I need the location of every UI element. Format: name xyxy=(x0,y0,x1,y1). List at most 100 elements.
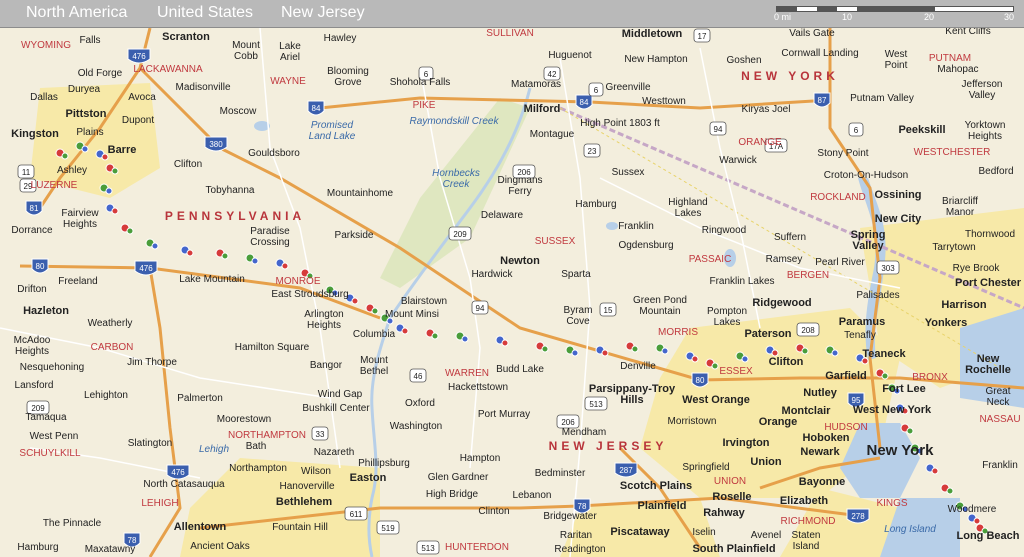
place-label: Springfield xyxy=(682,462,729,473)
place-label: Lansford xyxy=(15,380,54,391)
place-label: Nutley xyxy=(803,387,838,399)
place-label: Lebanon xyxy=(513,490,552,501)
county-label: SUSSEX xyxy=(535,236,576,247)
scale-bar: 0 mi 10 20 30 xyxy=(772,3,1016,25)
breadcrumb-united-states[interactable]: United States xyxy=(157,4,253,22)
county-label: CARBON xyxy=(91,342,134,353)
state-label: PENNSYLVANIA xyxy=(165,209,305,223)
water-label: Lehigh xyxy=(199,444,229,455)
place-label: Gouldsboro xyxy=(248,148,300,159)
place-label: Stony Point xyxy=(817,148,868,159)
county-label: NASSAU xyxy=(979,414,1020,425)
place-label: Staten Island xyxy=(792,530,821,552)
highway-shield: 87 xyxy=(813,92,831,108)
place-label: Dallas xyxy=(30,92,58,103)
svg-text:81: 81 xyxy=(30,204,39,213)
place-label: Ancient Oaks xyxy=(190,541,249,552)
state-label: NEW YORK xyxy=(741,69,839,83)
place-label: Franklin xyxy=(982,460,1018,471)
highway-shield: 6 xyxy=(848,122,864,137)
place-label: West Orange xyxy=(682,394,750,406)
place-label: Green Pond Mountain xyxy=(633,295,687,317)
svg-text:33: 33 xyxy=(316,430,325,439)
place-label: Kingston xyxy=(11,128,59,140)
place-label: Pittston xyxy=(66,108,107,120)
scale-tick-20: 20 xyxy=(924,12,935,22)
place-label: Union xyxy=(750,456,781,468)
place-label: Nesquehoning xyxy=(20,362,85,373)
map-canvas[interactable]: 476 84 84 87 380 81 80 476 80 95 287 476 78 278 78 17 42… xyxy=(0,28,1024,557)
place-label: Readington xyxy=(554,544,605,555)
highway-shield: 84 xyxy=(575,94,593,110)
place-label: Lehighton xyxy=(84,390,128,401)
county-label: PASSAIC xyxy=(689,254,732,265)
highway-shield: 476 xyxy=(134,260,158,276)
svg-text:94: 94 xyxy=(714,125,723,134)
breadcrumb-new-jersey[interactable]: New Jersey xyxy=(281,4,365,22)
svg-text:78: 78 xyxy=(578,502,587,511)
highway-shield: 6 xyxy=(588,82,604,97)
place-label: Falls xyxy=(79,35,100,46)
place-label: Palisades xyxy=(856,290,899,301)
place-label: Cornwall Landing xyxy=(781,48,858,59)
place-label: Thornwood xyxy=(965,229,1015,240)
water-label: Raymondskill Creek xyxy=(410,116,500,127)
place-label: Northampton xyxy=(229,463,287,474)
place-label: Fort Lee xyxy=(882,383,925,395)
highway-shield: 94 xyxy=(471,300,489,315)
breadcrumb-north-america[interactable]: North America xyxy=(26,4,127,22)
place-label: Plainfield xyxy=(638,500,687,512)
place-label: Hawley xyxy=(324,33,357,44)
place-label: Middletown xyxy=(622,28,683,40)
place-label: Byram Cove xyxy=(564,305,593,327)
place-label: Tamaqua xyxy=(25,412,67,423)
place-label: Slatington xyxy=(128,438,172,449)
place-label: Avoca xyxy=(128,92,156,103)
place-label: Wind Gap xyxy=(318,389,363,400)
place-label: Mount Minsi xyxy=(385,309,439,320)
place-label: Elizabeth xyxy=(780,495,829,507)
breadcrumb: North America United States New Jersey 0… xyxy=(0,0,1024,28)
place-label: Weatherly xyxy=(88,318,133,329)
scale-tick-0: 0 mi xyxy=(774,12,792,22)
place-label: Newton xyxy=(500,255,540,267)
svg-text:80: 80 xyxy=(36,262,45,271)
place-label: Port Murray xyxy=(478,409,530,420)
place-label: Hoboken xyxy=(802,432,849,444)
county-label: PIKE xyxy=(413,100,436,111)
highway-shield: 519 xyxy=(376,520,400,535)
highway-shield: 94 xyxy=(709,121,727,136)
place-label: Plains xyxy=(76,127,103,138)
place-label: Hampton xyxy=(460,453,501,464)
highway-shield: 380 xyxy=(204,136,228,152)
map-viewer: North America United States New Jersey 0… xyxy=(0,0,1024,557)
place-label: Franklin Lakes xyxy=(709,276,774,287)
svg-text:46: 46 xyxy=(414,372,423,381)
place-label: Palmerton xyxy=(177,393,223,404)
place-label: Rahway xyxy=(703,507,745,519)
state-label: NEW JERSEY xyxy=(549,439,668,453)
county-label: SULLIVAN xyxy=(486,28,534,39)
place-label: Denville xyxy=(620,361,656,372)
place-label: Paramus xyxy=(839,316,885,328)
svg-text:15: 15 xyxy=(604,306,613,315)
place-label: Harrison xyxy=(941,299,987,311)
place-label: Budd Lake xyxy=(496,364,544,375)
svg-text:380: 380 xyxy=(209,140,223,149)
place-label: Hardwick xyxy=(471,269,513,280)
place-label: Mount Bethel xyxy=(360,355,388,377)
place-label: Columbia xyxy=(353,329,396,340)
place-label: Sparta xyxy=(561,269,591,280)
place-label: Ramsey xyxy=(766,254,803,265)
svg-text:6: 6 xyxy=(594,86,599,95)
place-label: Hamilton Square xyxy=(235,342,310,353)
place-label: Clinton xyxy=(478,506,509,517)
county-label: SCHUYLKILL xyxy=(19,448,81,459)
place-label: Freeland xyxy=(58,276,97,287)
place-label: Matamoras xyxy=(511,79,561,90)
place-label: Franklin xyxy=(618,221,654,232)
scale-tick-30: 30 xyxy=(1004,12,1015,22)
county-label: MORRIS xyxy=(658,327,698,338)
highway-shield: 208 xyxy=(796,322,820,337)
water-label: Long Island xyxy=(884,524,936,535)
